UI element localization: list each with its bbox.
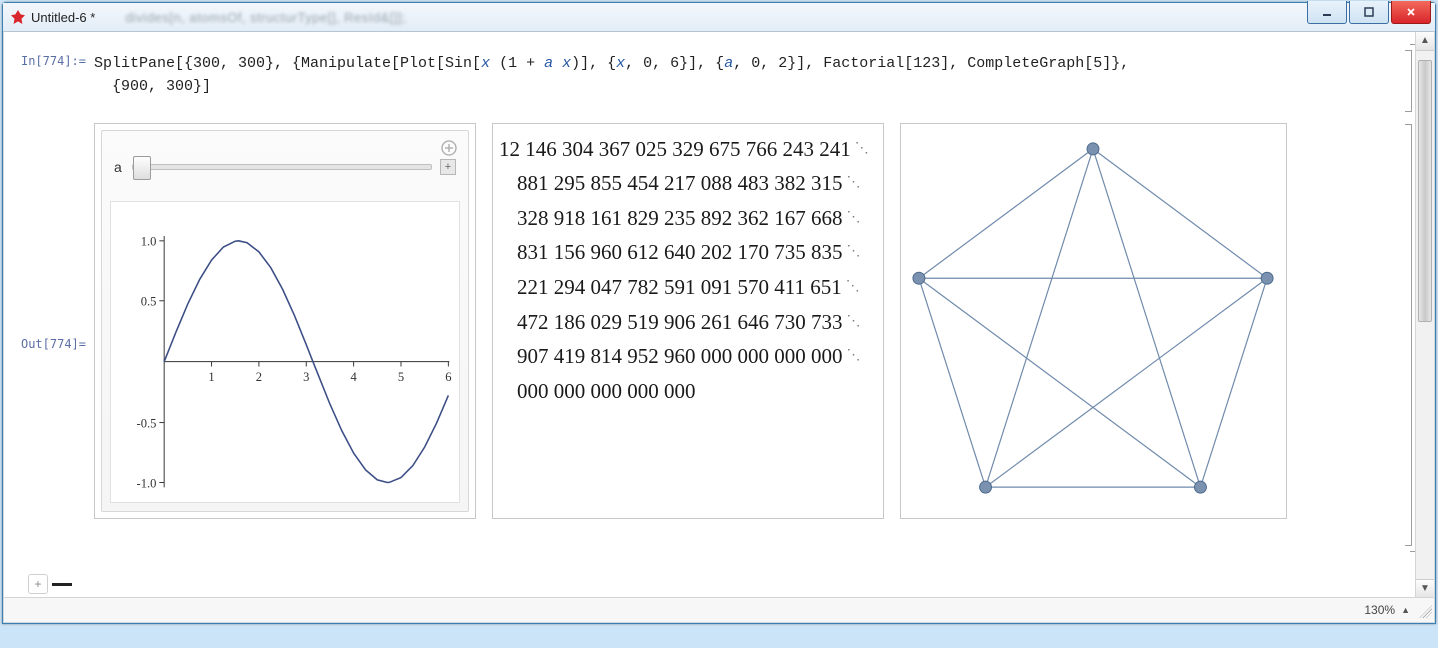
graph-vertex[interactable] [980,481,992,493]
input-code[interactable]: SplitPane[{300, 300}, {Manipulate[Plot[S… [94,32,1416,99]
svg-text:1.0: 1.0 [141,234,157,248]
zoom-menu-icon[interactable]: ▲ [1401,605,1410,615]
svg-text:0.5: 0.5 [141,294,157,308]
sine-plot: 1 2 3 4 5 6 1.0 [111,202,459,502]
svg-text:1: 1 [208,370,214,384]
scroll-down-button[interactable]: ▼ [1416,579,1434,598]
scroll-up-button[interactable]: ▲ [1416,32,1434,51]
factorial-line: 328 918 161 829 235 892 362 167 668 [499,201,873,236]
svg-text:5: 5 [398,370,404,384]
svg-text:2: 2 [256,370,262,384]
factorial-number: 12 146 304 367 025 329 675 766 243 241 8… [493,124,883,409]
resize-grip[interactable] [1416,602,1432,618]
vertical-scrollbar[interactable]: ▲ ▼ [1415,32,1434,598]
title-bar: Untitled-6 * divides[n, atomsOf, structu… [3,3,1435,32]
manipulate-panel: a + [94,123,476,519]
notebook-area[interactable]: In[774]:= SplitPane[{300, 300}, {Manipul… [4,32,1416,598]
svg-text:-1.0: -1.0 [137,476,157,490]
output-label: Out[774]= [21,337,94,351]
complete-graph-k5 [901,124,1286,518]
minimize-button[interactable] [1307,1,1347,24]
scroll-thumb[interactable] [1418,60,1432,322]
maximize-button[interactable] [1349,1,1389,24]
svg-text:-0.5: -0.5 [137,416,157,430]
insertion-cursor [52,583,72,586]
factorial-line: 907 419 814 952 960 000 000 000 000 [499,339,873,374]
new-cell-button[interactable]: + [28,574,48,594]
svg-text:6: 6 [445,370,451,384]
slider-label-a: a [114,159,132,175]
factorial-panel: 12 146 304 367 025 329 675 766 243 241 8… [492,123,884,519]
zoom-level[interactable]: 130% [1364,603,1395,617]
graph-vertex[interactable] [1261,272,1273,284]
graph-vertex[interactable] [1194,481,1206,493]
status-bar: 130% ▲ [4,597,1434,622]
client-area: In[774]:= SplitPane[{300, 300}, {Manipul… [3,32,1435,623]
toolbar-blurred: divides[n, atomsOf, structurType[], ResI… [125,10,406,25]
factorial-line: 221 294 047 782 591 091 570 411 651 [499,270,873,305]
graph-vertex[interactable] [1087,142,1099,154]
svg-text:4: 4 [350,370,357,384]
input-label: In[774]:= [21,54,94,68]
slider-expand-icon[interactable]: + [440,159,456,175]
app-window: Untitled-6 * divides[n, atomsOf, structu… [2,2,1436,624]
window-title: Untitled-6 * [31,10,95,25]
plot-area: 1 2 3 4 5 6 1.0 [110,201,460,503]
factorial-line: 831 156 960 612 640 202 170 735 835 [499,235,873,270]
factorial-line: 12 146 304 367 025 329 675 766 243 241 [499,132,873,167]
svg-text:3: 3 [303,370,309,384]
factorial-line: 472 186 029 519 906 261 646 730 733 [499,305,873,340]
slider-thumb[interactable] [133,156,151,180]
slider-a[interactable] [132,164,432,170]
app-icon [11,10,25,24]
graph-vertex[interactable] [913,272,925,284]
manipulate-controls: a + [102,131,468,199]
factorial-line: 881 295 855 454 217 088 483 382 315 [499,166,873,201]
graph-panel [900,123,1287,519]
close-button[interactable] [1391,1,1431,24]
cell-brackets[interactable] [1404,44,1412,544]
factorial-line: 000 000 000 000 000 [499,374,873,409]
output-splitpane: a + [94,123,1416,519]
